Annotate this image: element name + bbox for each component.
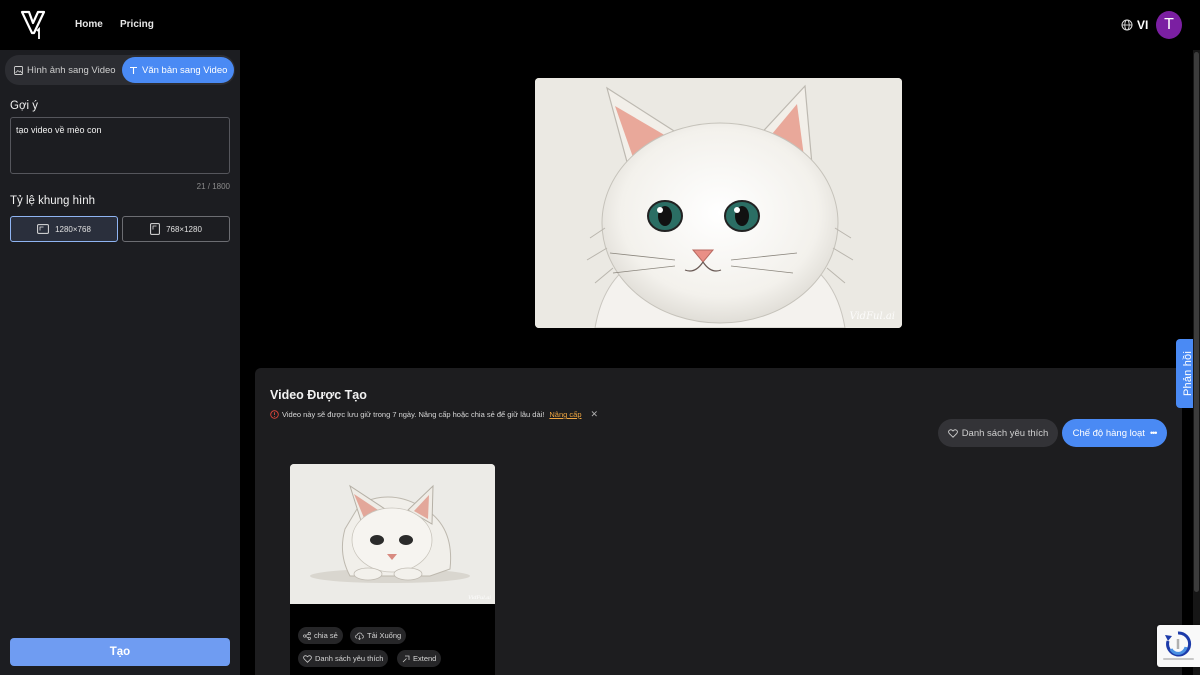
ratio-portrait-label: 768×1280 — [166, 224, 202, 234]
nav-pricing-link[interactable]: Pricing — [120, 19, 154, 30]
favorites-list-button[interactable]: Danh sách yêu thích — [938, 419, 1058, 447]
video-preview[interactable]: VidFul.ai — [535, 78, 902, 328]
share-label: chia sẻ — [314, 631, 338, 640]
created-videos-panel: Video Được Tạo Video này sẽ được lưu giữ… — [255, 368, 1182, 675]
share-icon — [303, 631, 311, 640]
tab-image-to-video[interactable]: Hình ảnh sang Video — [7, 57, 123, 83]
language-code: VI — [1137, 18, 1149, 32]
add-favorite-button[interactable]: Danh sách yêu thích — [298, 650, 389, 667]
video-thumbnail[interactable]: VidFul.ai — [290, 464, 495, 604]
created-videos-title: Video Được Tạo — [270, 388, 367, 402]
image-icon — [14, 65, 23, 75]
prompt-label: Gợi ý — [10, 100, 38, 112]
language-switcher[interactable]: VI — [1121, 18, 1148, 32]
favorites-list-label: Danh sách yêu thích — [961, 427, 1049, 439]
user-avatar[interactable]: T — [1156, 11, 1182, 39]
extend-label: Extend — [413, 654, 437, 663]
portrait-icon — [150, 223, 160, 235]
kitten-preview-image — [535, 78, 902, 328]
recaptcha-badge[interactable] — [1157, 625, 1200, 667]
download-label: Tải Xuống — [367, 631, 402, 640]
ratio-landscape-button[interactable]: 1280×768 — [10, 216, 118, 242]
tab-text-to-video[interactable]: Văn bản sang Video — [122, 57, 235, 83]
kitten-thumbnail-image — [290, 464, 495, 604]
batch-mode-button[interactable]: Chế độ hàng loạt ••• — [1062, 419, 1167, 447]
page-scrollbar[interactable] — [1193, 50, 1200, 675]
thumbnail-watermark: VidFul.ai — [468, 595, 491, 601]
more-dots-icon: ••• — [1149, 428, 1158, 438]
extend-button[interactable]: Extend — [397, 650, 442, 667]
tab-text-to-video-label: Văn bản sang Video — [142, 64, 228, 76]
create-button[interactable]: Tạo — [10, 638, 230, 666]
add-favorite-label: Danh sách yêu thích — [315, 654, 384, 663]
ratio-portrait-button[interactable]: 768×1280 — [122, 216, 230, 242]
globe-icon — [1121, 19, 1133, 31]
text-icon — [130, 66, 137, 74]
preview-watermark: VidFul.ai — [849, 311, 895, 322]
nav-home-link[interactable]: Home — [75, 19, 103, 30]
extend-icon — [402, 655, 410, 662]
video-card[interactable]: VidFul.ai chia sẻ Tải Xuống Danh sách yê… — [290, 464, 495, 675]
heart-icon — [303, 654, 312, 663]
top-header: Home Pricing VI T — [0, 0, 1200, 50]
heart-icon — [947, 428, 958, 438]
download-button[interactable]: Tải Xuống — [350, 627, 407, 644]
download-cloud-icon — [355, 632, 364, 640]
scrollbar-thumb[interactable] — [1194, 52, 1199, 592]
batch-mode-label: Chế độ hàng loạt — [1072, 427, 1145, 439]
warning-circle-icon — [270, 410, 279, 419]
landscape-icon — [37, 224, 49, 234]
aspect-ratio-label: Tỷ lệ khung hình — [10, 195, 96, 207]
mode-toggle: Hình ảnh sang Video Văn bản sang Video — [5, 55, 235, 85]
prompt-textarea[interactable]: tạo video về mèo con — [10, 117, 230, 174]
recaptcha-icon — [1163, 631, 1194, 660]
char-counter: 21 / 1800 — [196, 182, 230, 191]
upgrade-link[interactable]: Nâng cấp — [549, 410, 581, 419]
retention-notice-text: Video này sẽ được lưu giữ trong 7 ngày. … — [282, 410, 545, 419]
ratio-landscape-label: 1280×768 — [55, 224, 91, 234]
generator-sidebar: Hình ảnh sang Video Văn bản sang Video G… — [0, 50, 240, 675]
retention-notice: Video này sẽ được lưu giữ trong 7 ngày. … — [270, 409, 598, 420]
vidful-logo[interactable] — [20, 9, 46, 41]
tab-image-to-video-label: Hình ảnh sang Video — [27, 64, 116, 76]
share-button[interactable]: chia sẻ — [298, 627, 343, 644]
close-notice-icon[interactable]: ✕ — [591, 409, 599, 420]
